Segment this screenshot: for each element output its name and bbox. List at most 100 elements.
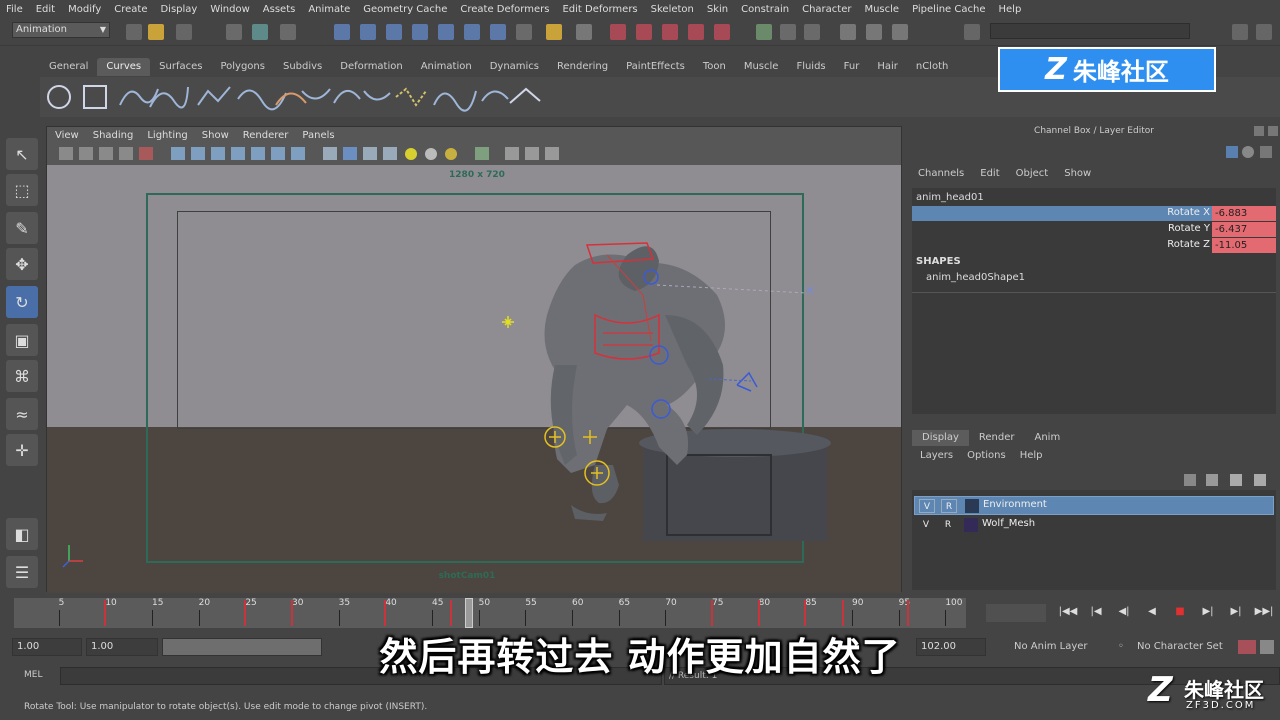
- open-scene-icon[interactable]: [148, 24, 164, 40]
- menu-create-deformers[interactable]: Create Deformers: [460, 4, 549, 15]
- shelf-tab-curves[interactable]: Curves: [97, 58, 151, 76]
- viewport-toolbar-icons[interactable]: [47, 144, 587, 164]
- viewport-menu-panels[interactable]: Panels: [302, 130, 334, 141]
- menu-help[interactable]: Help: [999, 4, 1022, 15]
- show-manipulator-icon[interactable]: ✛: [6, 434, 38, 466]
- time-slider[interactable]: 5 10 15 20 25 30 35 40 45 50 55 60 65 70 75 80 85 90 95 100: [14, 598, 966, 628]
- render-view-icon[interactable]: [804, 24, 820, 40]
- tab-render[interactable]: Render: [969, 430, 1025, 446]
- rotate-tool-icon[interactable]: ↻: [6, 286, 38, 318]
- select-dynamics-icon[interactable]: [464, 24, 480, 40]
- render-current-frame-icon[interactable]: [840, 24, 856, 40]
- shelf-tab-hair[interactable]: Hair: [868, 58, 907, 76]
- shelf-tab-animation[interactable]: Animation: [412, 58, 481, 76]
- select-tool-icon[interactable]: ↖: [6, 138, 38, 170]
- viewport-menu-renderer[interactable]: Renderer: [243, 130, 289, 141]
- select-handles-icon[interactable]: [334, 24, 350, 40]
- layer-display-type[interactable]: R: [941, 499, 957, 513]
- snap-curve-icon[interactable]: [636, 24, 652, 40]
- menu-modify[interactable]: Modify: [68, 4, 101, 15]
- play-backwards-icon[interactable]: ◀: [1142, 606, 1162, 622]
- stop-icon[interactable]: ■: [1170, 606, 1190, 622]
- cb-menu-channels[interactable]: Channels: [918, 168, 964, 179]
- select-component-icon[interactable]: [280, 24, 296, 40]
- snap-grid-icon[interactable]: [610, 24, 626, 40]
- channel-row[interactable]: Rotate X -6.883: [912, 206, 1276, 221]
- lasso-tool-icon[interactable]: ⬚: [6, 174, 38, 206]
- layer-editor-icon[interactable]: [1242, 146, 1254, 158]
- viewport-menu-view[interactable]: View: [55, 130, 79, 141]
- snap-point-icon[interactable]: [662, 24, 678, 40]
- shelf-tab-dynamics[interactable]: Dynamics: [481, 58, 548, 76]
- history-icon[interactable]: [756, 24, 772, 40]
- ipr-render-icon[interactable]: [866, 24, 882, 40]
- new-scene-icon[interactable]: [126, 24, 142, 40]
- menu-assets[interactable]: Assets: [263, 4, 296, 15]
- cb-menu-object[interactable]: Object: [1016, 168, 1049, 179]
- shelf-tab-subdivs[interactable]: Subdivs: [274, 58, 331, 76]
- menu-constrain[interactable]: Constrain: [741, 4, 789, 15]
- layer-row[interactable]: V R Wolf_Mesh: [914, 516, 1274, 535]
- step-back-key-icon[interactable]: ◀|: [1114, 606, 1134, 622]
- menu-file[interactable]: File: [6, 4, 23, 15]
- select-misc-icon[interactable]: [516, 24, 532, 40]
- select-deformations-icon[interactable]: [438, 24, 454, 40]
- layer-visibility[interactable]: V: [919, 499, 935, 513]
- quick-input-field[interactable]: [990, 23, 1190, 39]
- menu-edit-deformers[interactable]: Edit Deformers: [562, 4, 637, 15]
- move-layer-down-icon[interactable]: [1206, 474, 1218, 486]
- shelf-tab-fluids[interactable]: Fluids: [787, 58, 834, 76]
- step-forward-key-icon[interactable]: ▶|: [1198, 606, 1218, 622]
- shelf-tab-rendering[interactable]: Rendering: [548, 58, 617, 76]
- layer-visibility[interactable]: V: [918, 518, 934, 532]
- new-layer-from-selection-icon[interactable]: [1254, 474, 1266, 486]
- menu-window[interactable]: Window: [210, 4, 249, 15]
- current-frame-field[interactable]: [986, 604, 1046, 622]
- move-layer-up-icon[interactable]: [1184, 474, 1196, 486]
- snap-view-plane-icon[interactable]: [688, 24, 704, 40]
- layout-single-pane-icon[interactable]: ◧: [6, 518, 38, 550]
- channel-value[interactable]: -6.883: [1212, 206, 1276, 221]
- select-joints-icon[interactable]: [360, 24, 376, 40]
- le-menu-options[interactable]: Options: [967, 450, 1006, 461]
- select-object-icon[interactable]: [252, 24, 268, 40]
- viewport-canvas[interactable]: 1280 x 720 shotCam01: [47, 165, 901, 593]
- viewport-menu-shading[interactable]: Shading: [93, 130, 134, 141]
- shelf-tab-toon[interactable]: Toon: [694, 58, 735, 76]
- shelf-tab-polygons[interactable]: Polygons: [211, 58, 274, 76]
- le-menu-help[interactable]: Help: [1020, 450, 1043, 461]
- construction-history-icon[interactable]: [780, 24, 796, 40]
- step-forward-frame-icon[interactable]: ▶|: [1226, 606, 1246, 622]
- go-to-start-icon[interactable]: |◀◀: [1058, 606, 1078, 622]
- render-settings-icon[interactable]: [892, 24, 908, 40]
- menu-edit[interactable]: Edit: [36, 4, 55, 15]
- attribute-editor-toggle-icon[interactable]: [1232, 24, 1248, 40]
- tool-settings-toggle-icon[interactable]: [1256, 24, 1272, 40]
- menu-animate[interactable]: Animate: [308, 4, 350, 15]
- shelf-tab-painteffects[interactable]: PaintEffects: [617, 58, 694, 76]
- shelf-tab-deformation[interactable]: Deformation: [331, 58, 411, 76]
- shelf-tab-surfaces[interactable]: Surfaces: [150, 58, 211, 76]
- scale-tool-icon[interactable]: ▣: [6, 324, 38, 356]
- shelf-curve-tools[interactable]: [40, 77, 600, 117]
- layer-color-swatch[interactable]: [964, 518, 978, 532]
- channel-value[interactable]: -11.05: [1212, 238, 1276, 253]
- select-rendering-icon[interactable]: [490, 24, 506, 40]
- le-menu-layers[interactable]: Layers: [920, 450, 953, 461]
- outliner-icon[interactable]: ☰: [6, 556, 38, 588]
- shape-name[interactable]: anim_head0Shape1: [926, 272, 1025, 283]
- input-line-icon[interactable]: [964, 24, 980, 40]
- save-scene-icon[interactable]: [176, 24, 192, 40]
- select-hierarchy-icon[interactable]: [226, 24, 242, 40]
- object-name[interactable]: anim_head01: [916, 192, 984, 203]
- menu-set-select[interactable]: Animation ▼: [12, 22, 110, 38]
- viewport-menu-lighting[interactable]: Lighting: [147, 130, 187, 141]
- layer-display-type[interactable]: R: [940, 518, 956, 532]
- panel-close-icon[interactable]: [1268, 126, 1278, 136]
- tab-anim[interactable]: Anim: [1024, 430, 1070, 446]
- panel-options-icon[interactable]: [1254, 126, 1264, 136]
- step-back-frame-icon[interactable]: |◀: [1086, 606, 1106, 622]
- attribute-toggle-icon[interactable]: [1260, 146, 1272, 158]
- menu-muscle[interactable]: Muscle: [864, 4, 899, 15]
- menu-skin[interactable]: Skin: [707, 4, 728, 15]
